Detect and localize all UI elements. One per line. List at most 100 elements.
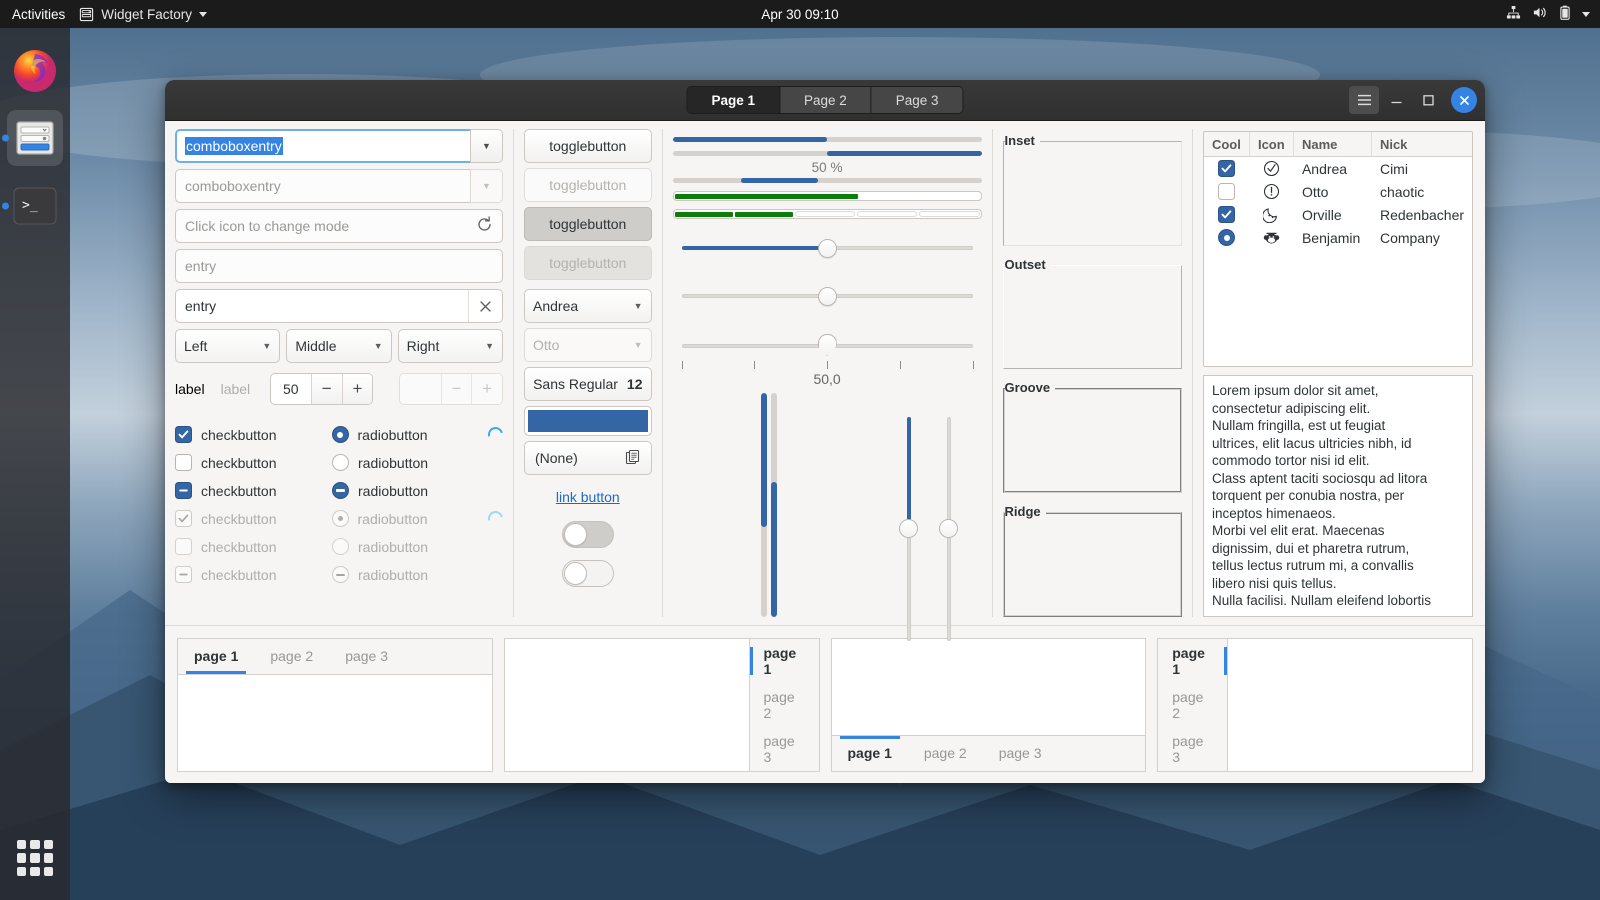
grid-dot <box>43 866 53 876</box>
system-tray[interactable] <box>1506 5 1590 23</box>
minimize-icon[interactable] <box>1381 86 1411 114</box>
checkbutton-unchecked[interactable] <box>175 454 192 471</box>
combo-name-disabled: Otto ▼ <box>524 328 652 362</box>
maximize-icon[interactable] <box>1413 86 1443 114</box>
entry-empty[interactable]: entry <box>175 249 503 283</box>
combo-name-enabled[interactable]: Andrea ▼ <box>524 289 652 323</box>
tab-page-2[interactable]: page 2 <box>908 736 983 771</box>
radio-dash <box>336 489 345 492</box>
tab-page-2[interactable]: page 2 <box>750 683 819 727</box>
scale-horizontal[interactable] <box>681 235 973 261</box>
vertical-scale-plain[interactable] <box>937 417 961 641</box>
row-checkbox-checked[interactable] <box>1218 160 1236 177</box>
spinbutton-plus-button[interactable]: + <box>341 374 373 404</box>
dock-item-widget-factory[interactable] <box>2 110 63 166</box>
textview-line: dignissim, dui et pharetra rutrum, <box>1211 540 1410 556</box>
radiobutton-checked[interactable] <box>331 426 349 443</box>
stack-tab-page-2[interactable]: Page 2 <box>779 87 872 113</box>
stack-tab-page-3[interactable]: Page 3 <box>871 87 963 113</box>
file-chooser-button[interactable]: (None) <box>524 441 652 475</box>
comboboxentry-focused-input[interactable]: comboboxentry <box>175 129 470 163</box>
row-checkbox-checked[interactable] <box>1218 206 1236 223</box>
notebook-right-page <box>504 638 749 771</box>
row-radio-checked[interactable] <box>1218 229 1236 246</box>
link-button[interactable]: link button <box>556 489 620 505</box>
activities-button[interactable]: Activities <box>0 7 79 22</box>
font-button[interactable]: Sans Regular 12 <box>524 367 652 401</box>
combo-middle[interactable]: Middle ▼ <box>286 329 392 363</box>
row-checkbox-unchecked[interactable] <box>1218 183 1236 200</box>
frame-inset-body <box>1002 141 1182 246</box>
tab-page-2[interactable]: page 2 <box>1158 683 1227 727</box>
vscale-knob[interactable] <box>899 519 919 539</box>
notebook-right-tabbar: page 1 page 2 page 3 <box>748 638 819 771</box>
tab-page-1[interactable]: page 1 <box>1158 639 1228 683</box>
checkbutton-indeterminate[interactable] <box>175 482 192 499</box>
treeview-header-cool[interactable]: Cool <box>1204 132 1250 156</box>
spinbutton-value[interactable]: 50 <box>271 374 311 404</box>
check-radio-row: checkbutton radiobutton <box>175 561 503 588</box>
checkbutton-checked[interactable] <box>175 426 192 443</box>
tab-page-2[interactable]: page 2 <box>254 639 329 674</box>
dock-item-firefox[interactable] <box>7 42 63 98</box>
spinbutton-enabled[interactable]: 50 − + <box>269 373 374 405</box>
scale-marks <box>681 361 974 373</box>
treeview-header-name[interactable]: Name <box>1294 132 1372 156</box>
textview-line: libero nisi quis tellus. <box>1211 575 1337 591</box>
grid-dot <box>17 840 27 850</box>
stack-switcher[interactable]: Page 1 Page 2 Page 3 <box>686 86 964 114</box>
chevron-down-icon[interactable]: ▼ <box>470 129 503 163</box>
refresh-icon[interactable] <box>476 216 493 236</box>
scale-with-marks[interactable] <box>681 333 973 359</box>
grid-dot <box>30 853 40 863</box>
table-row[interactable]: Andrea Cimi <box>1204 157 1472 180</box>
combo-left[interactable]: Left ▼ <box>175 329 281 363</box>
table-row[interactable]: Orville Redenbacher <box>1204 203 1472 226</box>
close-icon[interactable] <box>1451 87 1477 113</box>
radiobutton-unchecked[interactable] <box>332 454 349 471</box>
grid-dot <box>30 866 40 876</box>
scale-knob[interactable] <box>817 334 837 356</box>
switch-off[interactable] <box>561 560 614 587</box>
app-menu-button[interactable]: Widget Factory <box>79 7 208 22</box>
vscale-knob[interactable] <box>939 519 959 539</box>
combo-right[interactable]: Right ▼ <box>397 329 503 363</box>
tab-label: page 1 <box>194 648 239 664</box>
scale-horizontal-noflll[interactable] <box>681 283 973 309</box>
entry-icon-mode[interactable]: Click icon to change mode <box>175 209 503 243</box>
tab-page-1[interactable]: page 1 <box>749 639 819 683</box>
togglebutton-normal[interactable]: togglebutton <box>524 129 652 163</box>
hamburger-menu-icon[interactable] <box>1349 86 1379 114</box>
togglebutton-active[interactable]: togglebutton <box>524 207 652 241</box>
comboboxentry-focused[interactable]: comboboxentry ▼ <box>175 129 503 163</box>
switch-on[interactable] <box>561 521 614 548</box>
table-row[interactable]: Otto chaotic <box>1204 180 1472 203</box>
vertical-scale-filled[interactable] <box>897 417 921 641</box>
entry-filled[interactable]: entry <box>175 289 503 323</box>
treeview-header-nick[interactable]: Nick <box>1372 132 1472 156</box>
scale-knob[interactable] <box>817 238 837 258</box>
tab-page-3[interactable]: page 3 <box>750 727 819 771</box>
tab-page-1[interactable]: page 1 <box>178 639 254 674</box>
tab-page-3[interactable]: page 3 <box>329 639 404 674</box>
table-row[interactable]: Benjamin Company <box>1204 226 1472 249</box>
treeview-header-icon[interactable]: Icon <box>1250 132 1294 156</box>
radiobutton-indeterminate[interactable] <box>332 482 349 499</box>
textview-line: torquent per conubia nostra, per <box>1211 488 1405 503</box>
tab-page-3[interactable]: page 3 <box>1158 727 1227 771</box>
tab-page-1[interactable]: page 1 <box>832 735 908 771</box>
color-button[interactable] <box>524 406 652 436</box>
textview[interactable]: Lorem ipsum dolor sit amet, consectetur … <box>1202 375 1474 617</box>
textview-line: Lorem ipsum dolor sit amet, <box>1211 383 1379 398</box>
clock[interactable]: Apr 30 09:10 <box>761 7 838 22</box>
clear-icon[interactable] <box>468 290 502 322</box>
scale-knob[interactable] <box>817 286 837 306</box>
stack-tab-page-1[interactable]: Page 1 <box>687 87 780 113</box>
dock-item-terminal[interactable]: >_ <box>2 178 63 234</box>
show-applications-button[interactable] <box>17 840 53 876</box>
radiobutton-indeterminate-disabled <box>332 566 349 583</box>
treeview[interactable]: Cool Icon Name Nick Andrea Cimi Otto cha… <box>1202 131 1474 367</box>
tab-page-3[interactable]: page 3 <box>983 736 1058 771</box>
spinbutton-minus-button[interactable]: − <box>310 374 342 404</box>
grid-dot <box>30 840 40 850</box>
